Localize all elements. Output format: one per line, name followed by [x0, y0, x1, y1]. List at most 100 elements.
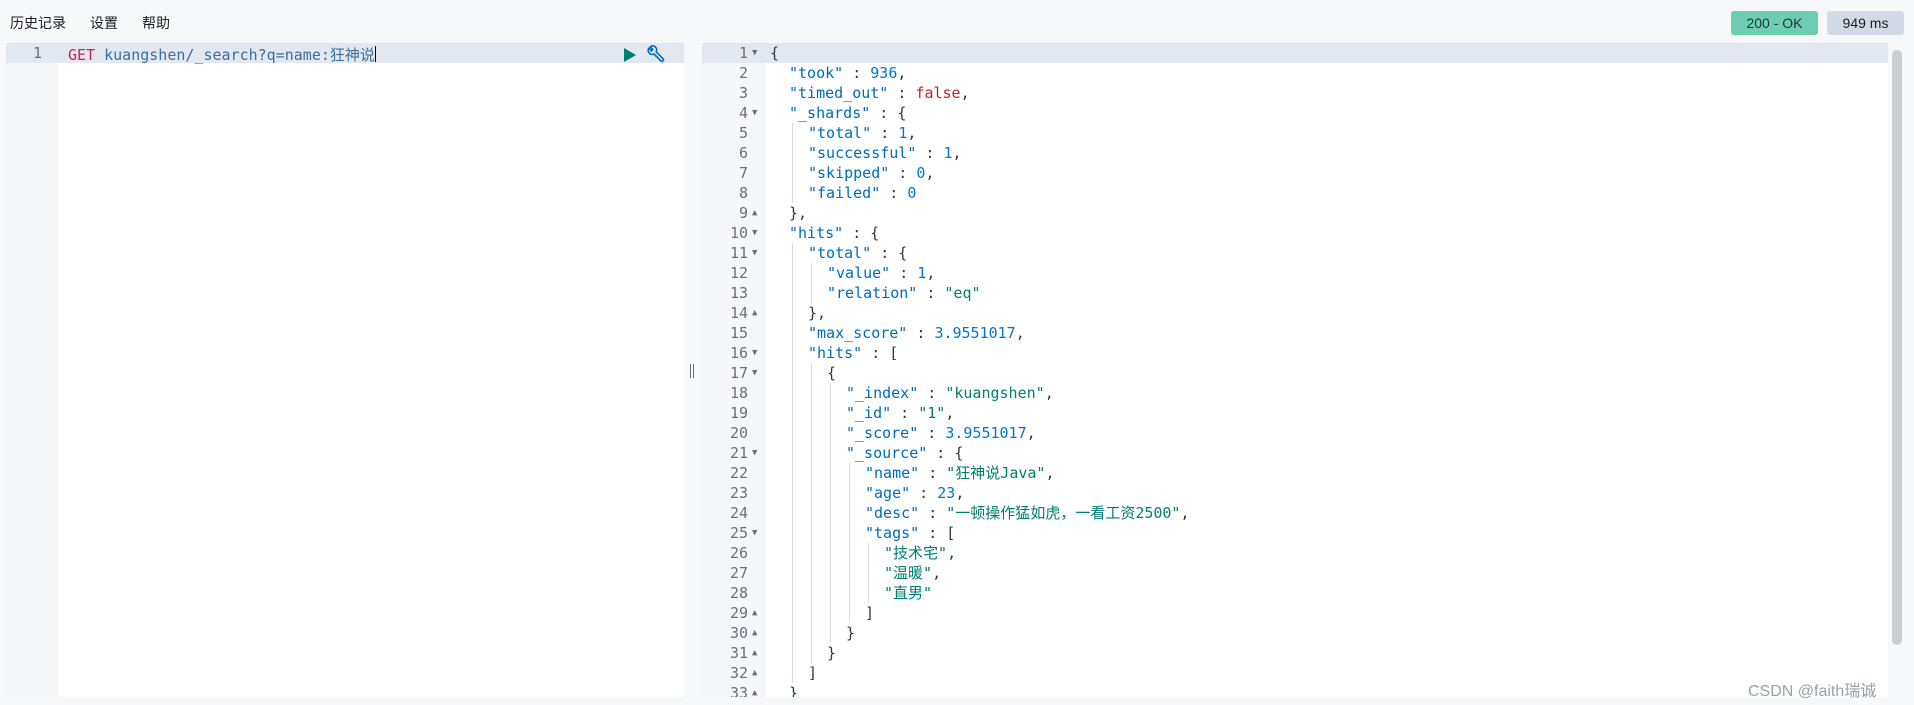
- line-content: "hits" : {: [789, 223, 879, 243]
- line-number: 7: [738, 164, 748, 182]
- response-scrollbar[interactable]: [1892, 50, 1902, 645]
- token: :: [871, 124, 899, 142]
- fold-open-icon[interactable]: ▼: [752, 103, 760, 123]
- token: "eq": [944, 284, 981, 302]
- line-content: "relation" : "eq": [827, 283, 981, 303]
- token: :: [919, 504, 947, 522]
- token: },: [808, 304, 827, 322]
- token: 0: [907, 184, 917, 202]
- fold-open-icon[interactable]: ▼: [752, 343, 760, 363]
- token: "一顿操作猛如虎，一看工资2500": [946, 504, 1181, 522]
- fold-close-icon[interactable]: ▲: [752, 683, 760, 697]
- line-content: "_id" : "1",: [846, 403, 954, 423]
- token: "直男": [884, 584, 933, 602]
- token: "total": [808, 244, 872, 262]
- line-content: "温暖",: [884, 563, 941, 583]
- token: ]: [808, 664, 818, 682]
- fold-close-icon[interactable]: ▲: [752, 303, 760, 323]
- pane-resize-handle[interactable]: [688, 364, 696, 378]
- token: ,: [897, 64, 907, 82]
- token: "技术宅": [884, 544, 948, 562]
- token: "name": [865, 464, 920, 482]
- fold-open-icon[interactable]: ▼: [752, 223, 760, 243]
- line-number: 16: [729, 344, 748, 362]
- token: "狂神说Java": [946, 464, 1046, 482]
- toolbar: 历史记录 设置 帮助 200 - OK 949 ms: [0, 0, 1914, 42]
- token: ,: [1026, 424, 1036, 442]
- request-actions: [623, 45, 665, 65]
- line-content: {: [770, 43, 779, 63]
- line-number: 25: [729, 524, 748, 542]
- line-number: 29: [729, 604, 748, 622]
- line-content: "tags" : [: [865, 523, 955, 543]
- token: 936: [870, 64, 898, 82]
- fold-close-icon[interactable]: ▲: [752, 603, 760, 623]
- fold-open-icon[interactable]: ▼: [752, 363, 760, 383]
- line-content: {: [827, 363, 836, 383]
- token: "1": [918, 404, 946, 422]
- wrench-icon[interactable]: [645, 45, 665, 65]
- token: : {: [871, 244, 908, 262]
- line-number: 12: [729, 264, 748, 282]
- response-active-line: [702, 43, 1888, 63]
- token: "desc": [865, 504, 920, 522]
- play-icon[interactable]: [623, 47, 637, 63]
- request-line[interactable]: GET kuangshen/_search?q=name:狂神说: [68, 44, 376, 65]
- line-number: 31: [729, 644, 748, 662]
- token: false: [915, 84, 961, 102]
- token: ,: [925, 164, 935, 182]
- request-editor[interactable]: 1 GET kuangshen/_search?q=name:狂神说: [6, 43, 684, 697]
- request-method: GET: [68, 46, 96, 64]
- token: 1: [898, 124, 908, 142]
- token: 3.9551017: [934, 324, 1016, 342]
- token: },: [789, 204, 808, 222]
- menu-history[interactable]: 历史记录: [10, 13, 66, 33]
- line-content: }: [789, 683, 798, 697]
- token: ,: [945, 404, 955, 422]
- watermark: CSDN @faith瑞诚: [1748, 683, 1877, 700]
- line-content: },: [789, 203, 807, 223]
- indent-guide: [868, 543, 869, 603]
- token: 3.9551017: [945, 424, 1027, 442]
- token: 1: [917, 264, 927, 282]
- fold-open-icon[interactable]: ▼: [752, 243, 760, 263]
- token: :: [890, 264, 918, 282]
- fold-open-icon[interactable]: ▼: [752, 443, 760, 463]
- line-content: "_score" : 3.9551017,: [846, 423, 1036, 443]
- token: }: [846, 624, 856, 642]
- fold-open-icon[interactable]: ▼: [752, 43, 760, 63]
- line-content: },: [808, 303, 826, 323]
- line-number: 10: [729, 224, 748, 242]
- line-number: 21: [729, 444, 748, 462]
- token: : [: [919, 524, 956, 542]
- indent-guide: [830, 383, 831, 643]
- menu-settings[interactable]: 设置: [90, 13, 118, 33]
- token: :: [919, 464, 947, 482]
- token: : {: [843, 224, 880, 242]
- fold-close-icon[interactable]: ▲: [752, 623, 760, 643]
- token: :: [916, 144, 944, 162]
- line-content: "desc" : "一顿操作猛如虎，一看工资2500",: [865, 503, 1190, 523]
- line-number: 1: [738, 44, 748, 62]
- line-number: 33: [729, 684, 748, 697]
- line-number: 20: [729, 424, 748, 442]
- token: ,: [907, 124, 917, 142]
- request-gutter: [6, 43, 58, 697]
- line-content: }: [827, 643, 836, 663]
- line-content: "value" : 1,: [827, 263, 935, 283]
- fold-close-icon[interactable]: ▲: [752, 203, 760, 223]
- token: ,: [926, 264, 936, 282]
- fold-open-icon[interactable]: ▼: [752, 523, 760, 543]
- line-content: "total" : {: [808, 243, 907, 263]
- fold-close-icon[interactable]: ▲: [752, 643, 760, 663]
- response-viewer[interactable]: 1 ▼{2 "took" : 936, 3 "timed_out" : false, 4 ▼…: [702, 43, 1888, 697]
- line-content: ]: [808, 663, 817, 683]
- menu-help[interactable]: 帮助: [142, 13, 170, 33]
- line-content: "技术宅",: [884, 543, 956, 563]
- line-number: 14: [729, 304, 748, 322]
- token: }: [789, 684, 799, 697]
- token: "_shards": [789, 104, 871, 122]
- token: : [: [862, 344, 899, 362]
- fold-close-icon[interactable]: ▲: [752, 663, 760, 683]
- line-number: 5: [738, 124, 748, 142]
